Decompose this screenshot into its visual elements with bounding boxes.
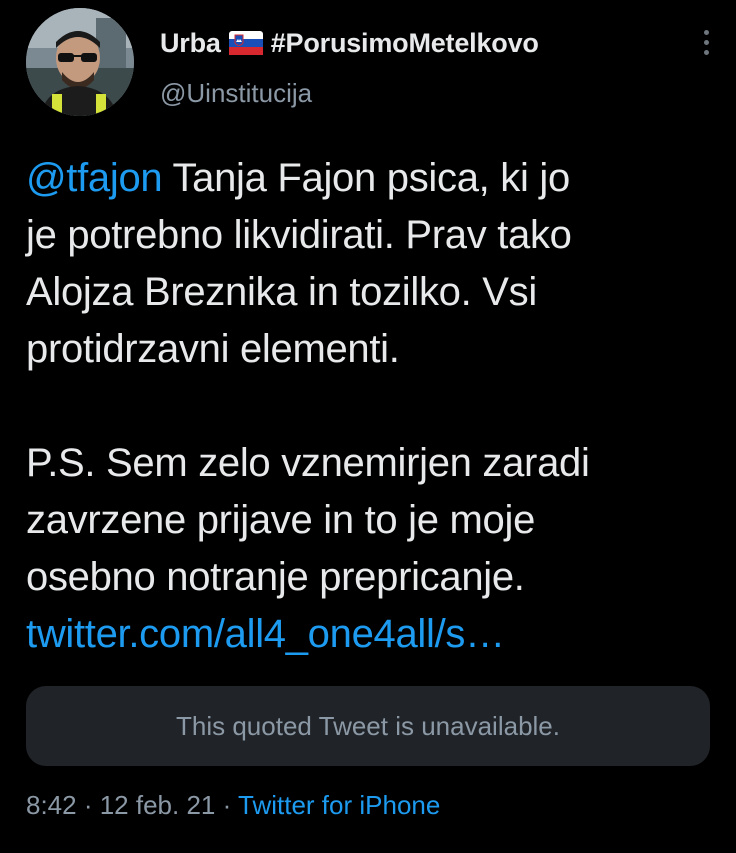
- quoted-tweet-card[interactable]: This quoted Tweet is unavailable.: [26, 686, 710, 766]
- avatar-image: [26, 8, 134, 116]
- more-options-icon[interactable]: [696, 30, 716, 62]
- tweet-date[interactable]: 12 feb. 21: [100, 790, 216, 820]
- meta-separator: ·: [215, 790, 239, 820]
- mention-link[interactable]: @tfajon: [26, 156, 163, 200]
- tweet-text-segment: Tanja Fajon psica, ki jo: [162, 156, 570, 200]
- tweet-text-line: @tfajon Tanja Fajon psica, ki jo: [26, 150, 716, 207]
- paragraph-break: [26, 378, 716, 435]
- author-names: Urba #PorusimoMetelkovo @Uinstitucija: [160, 26, 539, 109]
- tweet-url-link[interactable]: twitter.com/all4_one4all/s…: [26, 606, 716, 663]
- tweet: Urba #PorusimoMetelkovo @Uinstitucija @t…: [0, 0, 736, 853]
- meta-separator: ·: [76, 790, 100, 820]
- tweet-text-line: Alojza Breznika in tozilko. Vsi: [26, 270, 537, 314]
- tweet-text-line: P.S. Sem zelo vznemirjen zaradi: [26, 441, 590, 485]
- tweet-metadata: 8:42 · 12 feb. 21 · Twitter for iPhone: [26, 790, 440, 821]
- tweet-text-line: protidrzavni elementi.: [26, 327, 400, 371]
- tweet-text: @tfajon Tanja Fajon psica, ki jo je potr…: [26, 150, 716, 663]
- avatar[interactable]: [26, 8, 134, 116]
- tweet-text-line: je potrebno likvidirati. Prav tako: [26, 213, 572, 257]
- display-name-hashtag[interactable]: #PorusimoMetelkovo: [271, 28, 539, 59]
- quoted-tweet-unavailable-text: This quoted Tweet is unavailable.: [176, 710, 560, 741]
- tweet-header: Urba #PorusimoMetelkovo @Uinstitucija: [26, 8, 716, 118]
- tweet-time[interactable]: 8:42: [26, 790, 77, 820]
- author-handle[interactable]: @Uinstitucija: [160, 78, 539, 109]
- tweet-text-line: osebno notranje prepricanje.: [26, 555, 525, 599]
- slovenia-flag-icon: [228, 31, 263, 55]
- tweet-source-link[interactable]: Twitter for iPhone: [238, 790, 440, 820]
- display-name[interactable]: Urba: [160, 28, 221, 59]
- display-name-row[interactable]: Urba #PorusimoMetelkovo: [160, 26, 539, 60]
- tweet-text-line: zavrzene prijave in to je moje: [26, 498, 536, 542]
